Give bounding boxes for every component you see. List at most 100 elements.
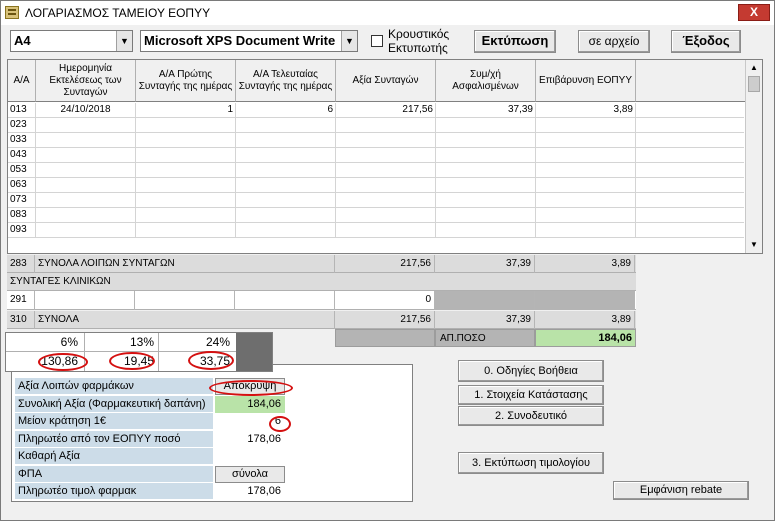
printer-select[interactable]: Microsoft XPS Document Write ▼ bbox=[140, 30, 358, 52]
row-aa[interactable]: 083 bbox=[8, 208, 36, 223]
status-info-button[interactable]: 1. Στοιχεία Κατάστασης bbox=[458, 385, 604, 405]
clinics-first-cell[interactable] bbox=[135, 291, 235, 310]
help-button[interactable]: 0. Οδηγίες Βοήθεια bbox=[458, 360, 604, 382]
row-aa[interactable]: 023 bbox=[8, 118, 36, 133]
paper-size-select[interactable]: A4 ▼ bbox=[10, 30, 133, 52]
row-date[interactable] bbox=[36, 133, 136, 148]
row-eopyy[interactable] bbox=[536, 118, 636, 133]
col-header-first: Α/Α Πρώτης Συνταγής της ημέρας bbox=[136, 60, 236, 102]
table-row[interactable]: 023 bbox=[8, 118, 746, 133]
row-eopyy[interactable] bbox=[536, 223, 636, 238]
row-date[interactable] bbox=[36, 178, 136, 193]
row-first[interactable] bbox=[136, 118, 236, 133]
show-rebate-button[interactable]: Εμφάνιση rebate bbox=[613, 481, 749, 500]
table-row[interactable]: 063 bbox=[8, 178, 746, 193]
row-aa[interactable]: 043 bbox=[8, 148, 36, 163]
row-first[interactable] bbox=[136, 163, 236, 178]
row-patient[interactable] bbox=[436, 208, 536, 223]
row-patient[interactable]: 37,39 bbox=[436, 103, 536, 118]
clinics-date-cell[interactable] bbox=[35, 291, 135, 310]
table-row[interactable]: 013 24/10/2018 1 6 217,56 37,39 3,89 bbox=[8, 103, 746, 118]
row-aa[interactable]: 063 bbox=[8, 178, 36, 193]
row-blank bbox=[636, 178, 746, 193]
row-first[interactable] bbox=[136, 178, 236, 193]
row-first[interactable] bbox=[136, 133, 236, 148]
vertical-scrollbar[interactable]: ▲ ▼ bbox=[745, 60, 762, 253]
table-row[interactable]: 093 bbox=[8, 223, 746, 238]
table-row[interactable]: 053 bbox=[8, 163, 746, 178]
row-first[interactable]: 1 bbox=[136, 103, 236, 118]
row-date[interactable]: 24/10/2018 bbox=[36, 103, 136, 118]
row-last[interactable] bbox=[236, 178, 336, 193]
row-patient[interactable] bbox=[436, 133, 536, 148]
row-eopyy[interactable] bbox=[536, 163, 636, 178]
annotation-oval bbox=[38, 353, 88, 371]
chevron-down-icon[interactable]: ▼ bbox=[116, 31, 132, 51]
row-first[interactable] bbox=[136, 148, 236, 163]
row-date[interactable] bbox=[36, 163, 136, 178]
impact-printer-checkbox[interactable] bbox=[371, 35, 383, 47]
table-row[interactable]: 073 bbox=[8, 193, 746, 208]
row-value[interactable] bbox=[336, 223, 436, 238]
row-last[interactable]: 6 bbox=[236, 103, 336, 118]
row-last[interactable] bbox=[236, 118, 336, 133]
row-last[interactable] bbox=[236, 223, 336, 238]
row-eopyy[interactable] bbox=[536, 208, 636, 223]
row-last[interactable] bbox=[236, 208, 336, 223]
row-value[interactable] bbox=[336, 208, 436, 223]
row-patient[interactable] bbox=[436, 223, 536, 238]
close-button[interactable]: X bbox=[738, 4, 770, 21]
row-aa[interactable]: 093 bbox=[8, 223, 36, 238]
row-patient[interactable] bbox=[436, 193, 536, 208]
row-eopyy[interactable] bbox=[536, 178, 636, 193]
row-patient[interactable] bbox=[436, 163, 536, 178]
row-value[interactable] bbox=[336, 163, 436, 178]
row-last[interactable] bbox=[236, 193, 336, 208]
row-date[interactable] bbox=[36, 118, 136, 133]
totals-code: 310 bbox=[7, 311, 35, 329]
row-last[interactable] bbox=[236, 133, 336, 148]
row-eopyy[interactable]: 3,89 bbox=[536, 103, 636, 118]
row-date[interactable] bbox=[36, 223, 136, 238]
row-aa[interactable]: 013 bbox=[8, 103, 36, 118]
row-aa[interactable]: 073 bbox=[8, 193, 36, 208]
row-first[interactable] bbox=[136, 223, 236, 238]
scroll-up-icon[interactable]: ▲ bbox=[748, 62, 760, 74]
row-aa[interactable]: 033 bbox=[8, 133, 36, 148]
table-row[interactable]: 043 bbox=[8, 148, 746, 163]
row-eopyy[interactable] bbox=[536, 148, 636, 163]
row-first[interactable] bbox=[136, 193, 236, 208]
row-eopyy[interactable] bbox=[536, 133, 636, 148]
row-date[interactable] bbox=[36, 208, 136, 223]
row-patient[interactable] bbox=[436, 148, 536, 163]
row-value[interactable] bbox=[336, 178, 436, 193]
row-patient[interactable] bbox=[436, 118, 536, 133]
exit-button[interactable]: Έξοδος bbox=[671, 30, 741, 53]
print-invoice-button[interactable]: 3. Εκτύπωση τιμολογίου bbox=[458, 452, 604, 474]
clinics-last-cell[interactable] bbox=[235, 291, 335, 310]
row-date[interactable] bbox=[36, 148, 136, 163]
row-value[interactable] bbox=[336, 148, 436, 163]
scroll-down-icon[interactable]: ▼ bbox=[748, 239, 760, 251]
row-value[interactable] bbox=[336, 118, 436, 133]
table-row[interactable]: 033 bbox=[8, 133, 746, 148]
summary-button[interactable]: σύνολα bbox=[215, 465, 285, 483]
table-row[interactable]: 083 bbox=[8, 208, 746, 223]
row-eopyy[interactable] bbox=[536, 193, 636, 208]
row-value[interactable] bbox=[336, 193, 436, 208]
row-value[interactable] bbox=[336, 133, 436, 148]
clinics-value[interactable]: 0 bbox=[335, 291, 435, 310]
scroll-thumb[interactable] bbox=[748, 76, 760, 92]
to-file-button[interactable]: σε αρχείο bbox=[578, 30, 650, 53]
row-last[interactable] bbox=[236, 163, 336, 178]
print-button[interactable]: Εκτύπωση bbox=[474, 30, 556, 53]
row-last[interactable] bbox=[236, 148, 336, 163]
accompanying-button[interactable]: 2. Συνοδευτικό bbox=[458, 406, 604, 426]
row-date[interactable] bbox=[36, 193, 136, 208]
row-aa[interactable]: 053 bbox=[8, 163, 36, 178]
chevron-down-icon[interactable]: ▼ bbox=[341, 31, 357, 51]
row-first[interactable] bbox=[136, 208, 236, 223]
row-value[interactable]: 217,56 bbox=[336, 103, 436, 118]
annotation-oval bbox=[209, 380, 293, 396]
row-patient[interactable] bbox=[436, 178, 536, 193]
